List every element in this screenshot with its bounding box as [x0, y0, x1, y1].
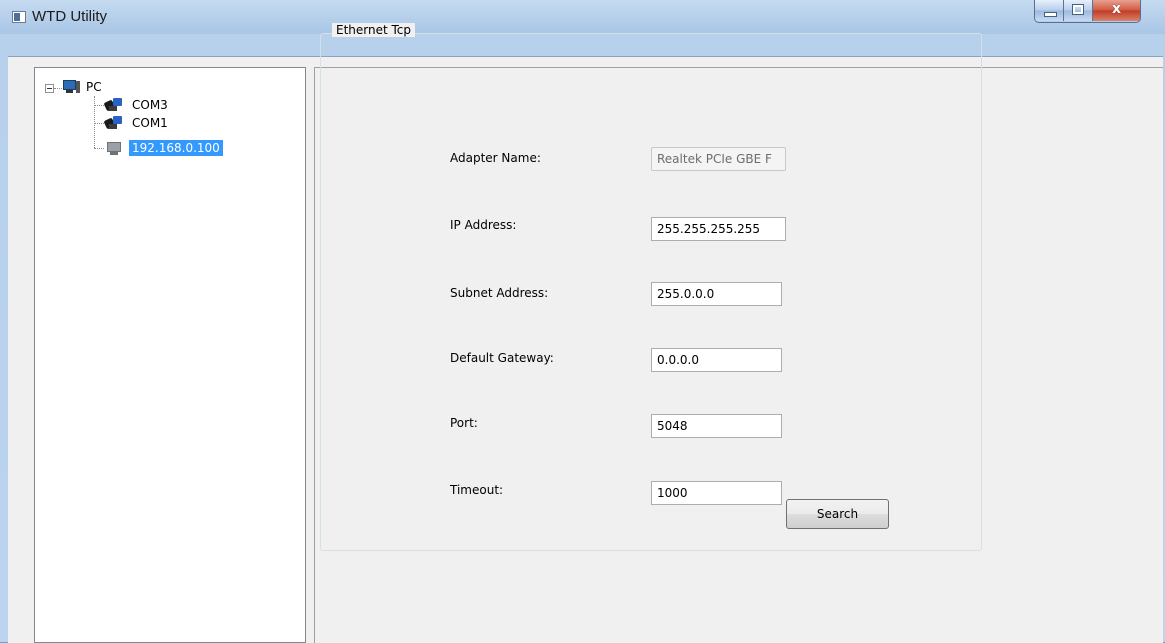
adapter-name-label: Adapter Name: — [450, 151, 541, 165]
title-bar[interactable]: WTD Utility x — [0, 0, 1165, 34]
minimize-button[interactable] — [1035, 0, 1064, 21]
network-adapter-icon — [105, 140, 123, 156]
default-gateway-label: Default Gateway: — [450, 351, 554, 365]
timeout-field[interactable] — [651, 481, 782, 505]
tree-connector — [54, 88, 62, 89]
caption-buttons: x — [1034, 0, 1141, 23]
search-button[interactable]: Search — [786, 499, 889, 529]
serial-port-icon — [103, 115, 123, 131]
collapse-toggle[interactable] — [45, 84, 54, 93]
app-icon[interactable] — [12, 11, 26, 23]
device-tree[interactable]: PC COM3 COM1 192.168.0.100 — [34, 67, 306, 643]
adapter-name-field — [651, 147, 786, 171]
group-title: Ethernet Tcp — [332, 23, 416, 37]
maximize-button[interactable] — [1064, 0, 1093, 21]
tree-connector — [94, 96, 95, 148]
maximize-icon — [1072, 4, 1084, 15]
tree-item-com3[interactable]: COM3 — [103, 96, 171, 114]
window-title: WTD Utility — [32, 8, 107, 25]
tree-item-ethernet[interactable]: 192.168.0.100 — [105, 139, 223, 157]
tree-item-label: COM3 — [132, 98, 168, 112]
tree-connector — [94, 148, 104, 149]
computer-icon — [63, 80, 81, 94]
port-label: Port: — [450, 416, 478, 430]
subnet-address-field[interactable] — [651, 282, 782, 306]
tree-item-com1[interactable]: COM1 — [103, 114, 171, 132]
subnet-address-label: Subnet Address: — [450, 286, 549, 300]
tree-item-label: COM1 — [132, 116, 168, 130]
minimize-icon — [1044, 12, 1057, 17]
close-icon: x — [1111, 1, 1122, 17]
default-gateway-field[interactable] — [651, 348, 782, 372]
timeout-label: Timeout: — [450, 483, 504, 497]
ip-address-field[interactable] — [651, 217, 786, 241]
tree-item-label: 192.168.0.100 — [129, 140, 223, 156]
serial-port-icon — [103, 97, 123, 113]
close-button[interactable]: x — [1093, 0, 1140, 21]
tree-item-pc[interactable]: PC — [63, 78, 105, 96]
tree-item-label: PC — [86, 80, 102, 94]
tree-connector — [94, 123, 104, 124]
pane-splitter[interactable] — [306, 67, 310, 643]
ip-address-label: IP Address: — [450, 218, 517, 232]
app-window: WTD Utility x PC COM3 COM1 192.168.0.100… — [0, 0, 1165, 643]
port-field[interactable] — [651, 414, 782, 438]
tree-connector — [94, 105, 104, 106]
